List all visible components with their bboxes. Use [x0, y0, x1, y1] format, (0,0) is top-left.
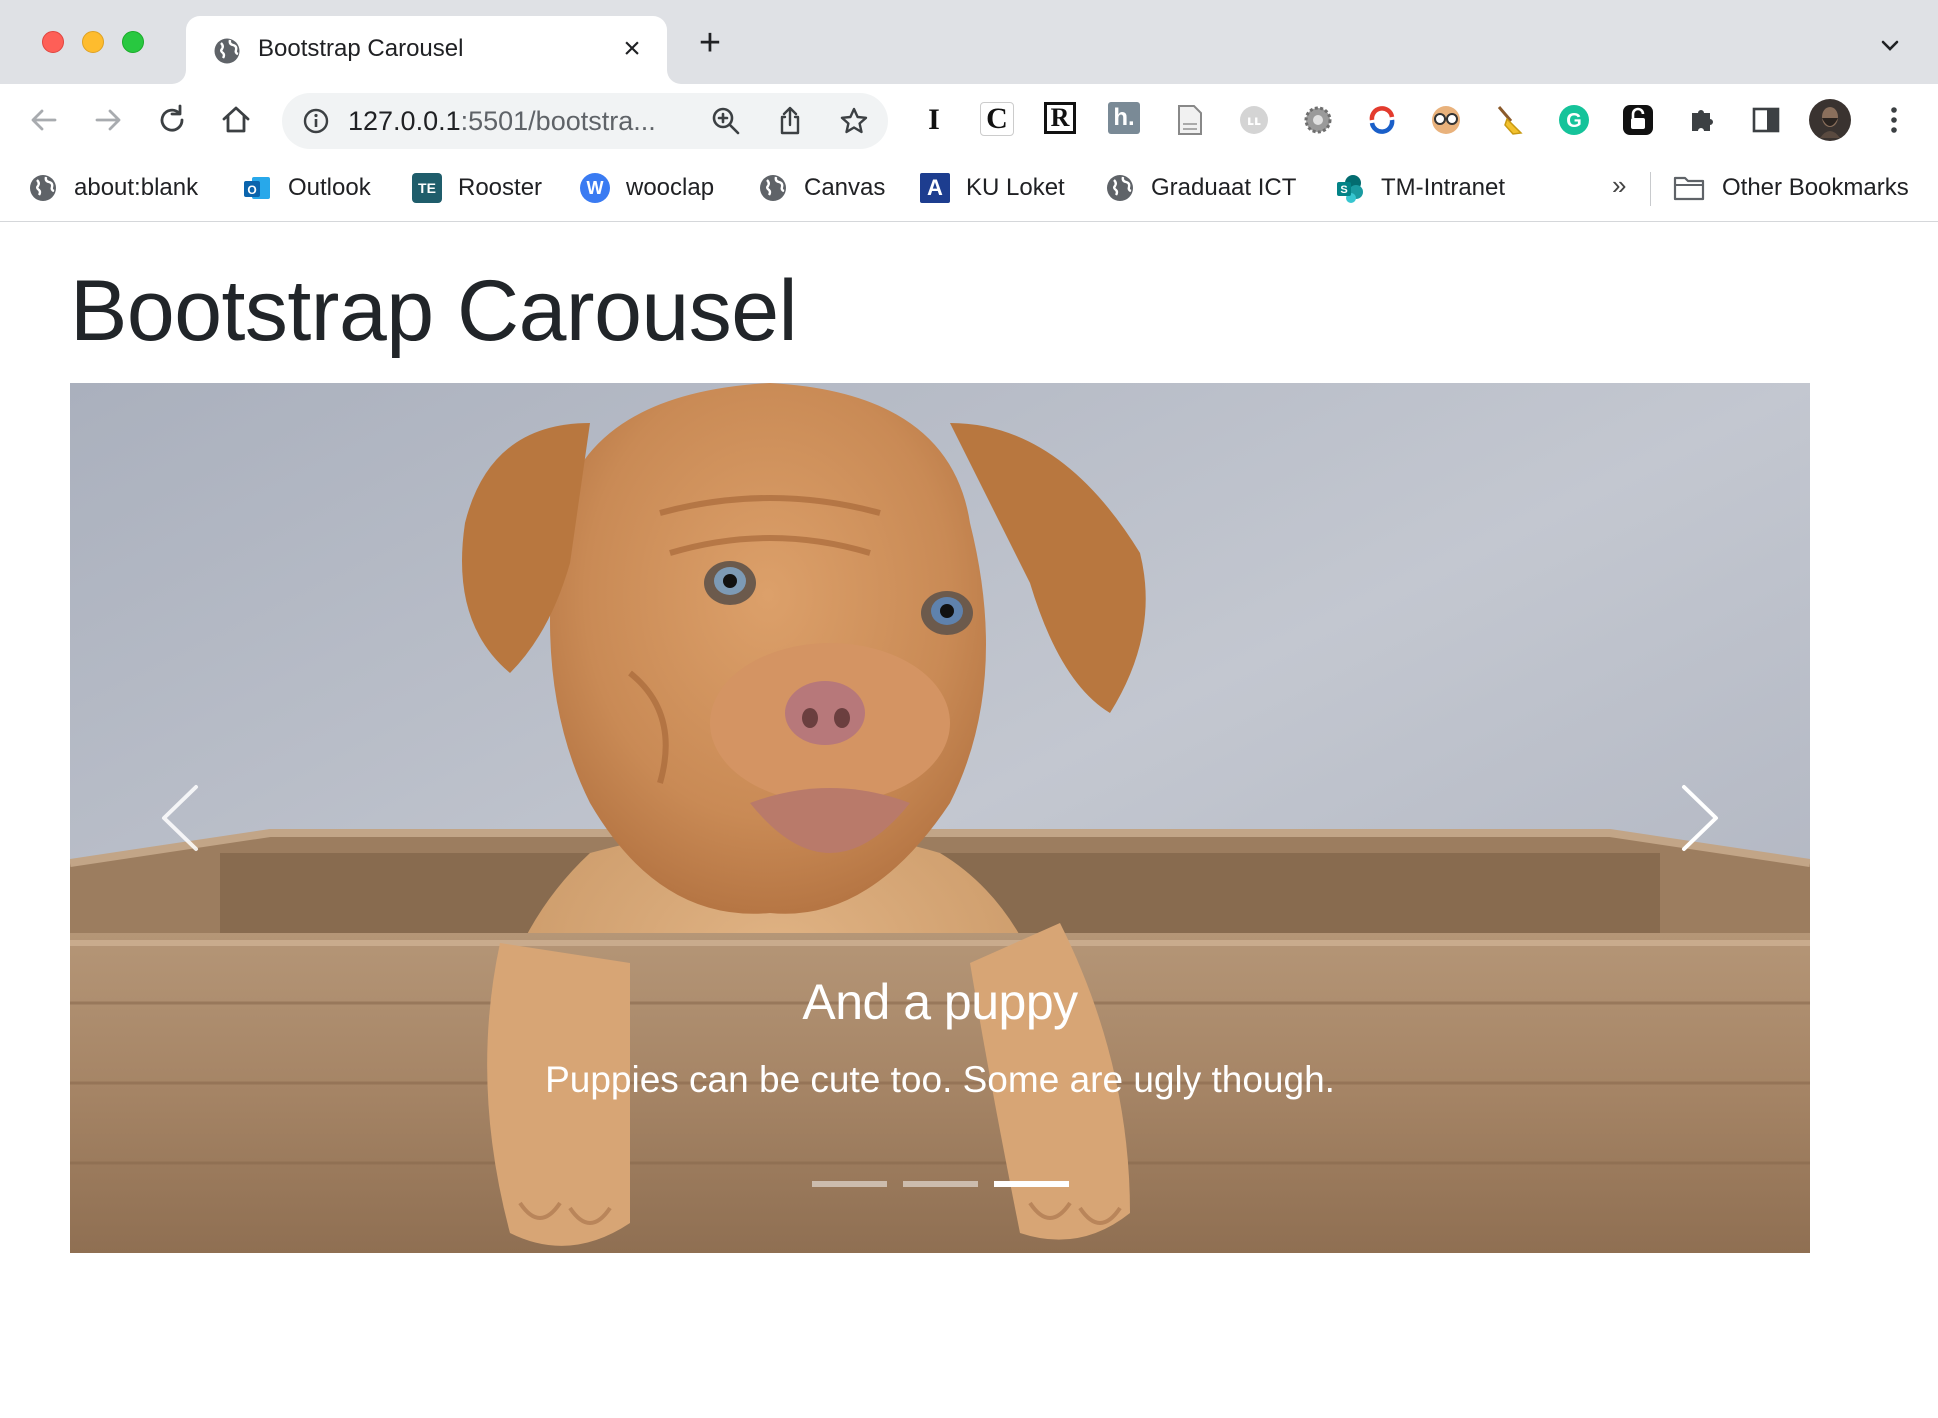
carousel-caption-text: Puppies can be cute too. Some are ugly t…	[545, 1059, 1335, 1100]
side-panel-icon[interactable]	[1748, 102, 1784, 138]
ext-c-icon[interactable]: C	[980, 102, 1014, 136]
globe-icon	[1107, 175, 1133, 201]
sharepoint-icon: S	[1337, 175, 1363, 203]
bookmarks-divider	[1650, 172, 1651, 206]
url-host: 127.0.0.1	[348, 106, 461, 136]
ku-loket-icon: A	[920, 173, 950, 203]
home-icon	[222, 106, 250, 133]
minimize-window-button[interactable]	[82, 31, 104, 53]
svg-text:ʟʟ: ʟʟ	[1247, 114, 1261, 129]
tab-bootstrap-carousel[interactable]: Bootstrap Carousel ×	[186, 16, 667, 84]
globe-icon	[760, 175, 786, 201]
ext-h-icon[interactable]: h.	[1108, 102, 1140, 134]
bookmark-star-icon[interactable]	[838, 105, 870, 137]
info-icon[interactable]	[302, 107, 330, 135]
title-bar: Bootstrap Carousel × +	[0, 0, 1938, 84]
chevron-down-icon[interactable]	[1878, 34, 1902, 58]
browser-toolbar: 127.0.0.1:5501/bootstra... I C R h. ʟʟ G	[0, 84, 1938, 156]
carousel-indicator-1[interactable]	[812, 1181, 887, 1187]
svg-text:G: G	[1566, 110, 1582, 132]
carousel-indicators	[812, 1181, 1069, 1187]
ext-glasses-icon[interactable]	[1428, 102, 1464, 138]
tab-title: Bootstrap Carousel	[258, 35, 464, 62]
page-title: Bootstrap Carousel	[70, 263, 798, 359]
carousel-next-button[interactable]	[1590, 383, 1810, 1253]
star-icon	[840, 107, 868, 134]
zoom-icon[interactable]	[710, 105, 742, 137]
wooclap-icon: W	[580, 173, 610, 203]
ext-document-icon[interactable]	[1172, 102, 1208, 138]
bookmarks-bar: about:blank O Outlook TE Rooster W woocl…	[0, 156, 1938, 222]
puppy-photo	[70, 383, 1810, 1253]
share-arrow-icon	[780, 106, 800, 135]
globe-icon	[30, 175, 56, 201]
ext-gear-icon[interactable]	[1300, 102, 1336, 138]
ext-broom-icon[interactable]	[1492, 102, 1528, 138]
forward-button[interactable]	[88, 100, 128, 140]
carousel-caption-title: And a puppy	[802, 974, 1078, 1030]
url-text: 127.0.0.1:5501/bootstra...	[348, 106, 656, 137]
bookmark-graduaat-ict[interactable]: Graduaat ICT	[1105, 168, 1296, 208]
profile-avatar[interactable]	[1808, 98, 1852, 142]
carousel-prev-button[interactable]	[70, 383, 290, 1253]
outlook-icon: O	[244, 177, 270, 199]
bookmark-wooclap[interactable]: W wooclap	[580, 168, 714, 208]
chevron-left-icon	[162, 785, 198, 851]
chevron-right-icon	[1682, 785, 1718, 851]
ext-instapaper-icon[interactable]: I	[916, 102, 952, 138]
ext-ublock-icon[interactable]: ʟʟ	[1236, 102, 1272, 138]
ext-grammarly-icon[interactable]: G	[1556, 102, 1592, 138]
ext-sync-icon[interactable]	[1364, 102, 1400, 138]
maximize-window-button[interactable]	[122, 31, 144, 53]
bookmark-tm-intranet[interactable]: S TM-Intranet	[1335, 168, 1505, 208]
bookmark-rooster[interactable]: TE Rooster	[412, 168, 542, 208]
home-button[interactable]	[216, 100, 256, 140]
extensions-puzzle-icon[interactable]	[1684, 102, 1720, 138]
url-path: :5501/bootstra...	[460, 106, 656, 136]
globe-icon	[214, 38, 240, 64]
bookmark-canvas[interactable]: Canvas	[758, 168, 885, 208]
te-icon: TE	[412, 173, 442, 203]
share-icon[interactable]	[774, 105, 806, 137]
svg-text:O: O	[247, 183, 256, 197]
ext-lock-icon[interactable]	[1620, 102, 1656, 138]
bookmarks-overflow-button[interactable]: »	[1612, 170, 1626, 201]
bookmark-outlook[interactable]: O Outlook	[242, 168, 371, 208]
bookmark-ku-loket[interactable]: A KU Loket	[920, 168, 1065, 208]
carousel-indicator-2[interactable]	[903, 1181, 978, 1187]
close-window-button[interactable]	[42, 31, 64, 53]
svg-text:S: S	[1340, 184, 1347, 196]
close-tab-icon[interactable]: ×	[617, 34, 647, 64]
magnifier-plus-icon	[712, 107, 740, 135]
reload-icon	[160, 104, 184, 132]
address-bar[interactable]: 127.0.0.1:5501/bootstra...	[282, 93, 888, 149]
folder-icon	[1673, 176, 1705, 201]
other-bookmarks-folder[interactable]: Other Bookmarks	[1672, 168, 1909, 208]
carousel: And a puppy Puppies can be cute too. Som…	[70, 383, 1810, 1253]
carousel-indicator-3[interactable]	[994, 1181, 1069, 1187]
ext-r-icon[interactable]: R	[1044, 102, 1076, 134]
bookmark-about-blank[interactable]: about:blank	[28, 168, 198, 208]
new-tab-button[interactable]: +	[694, 24, 726, 62]
reload-button[interactable]	[152, 100, 192, 140]
arrow-left-icon	[31, 109, 57, 131]
menu-dots-icon[interactable]	[1876, 102, 1912, 138]
arrow-right-icon	[95, 109, 121, 131]
back-button[interactable]	[24, 100, 64, 140]
